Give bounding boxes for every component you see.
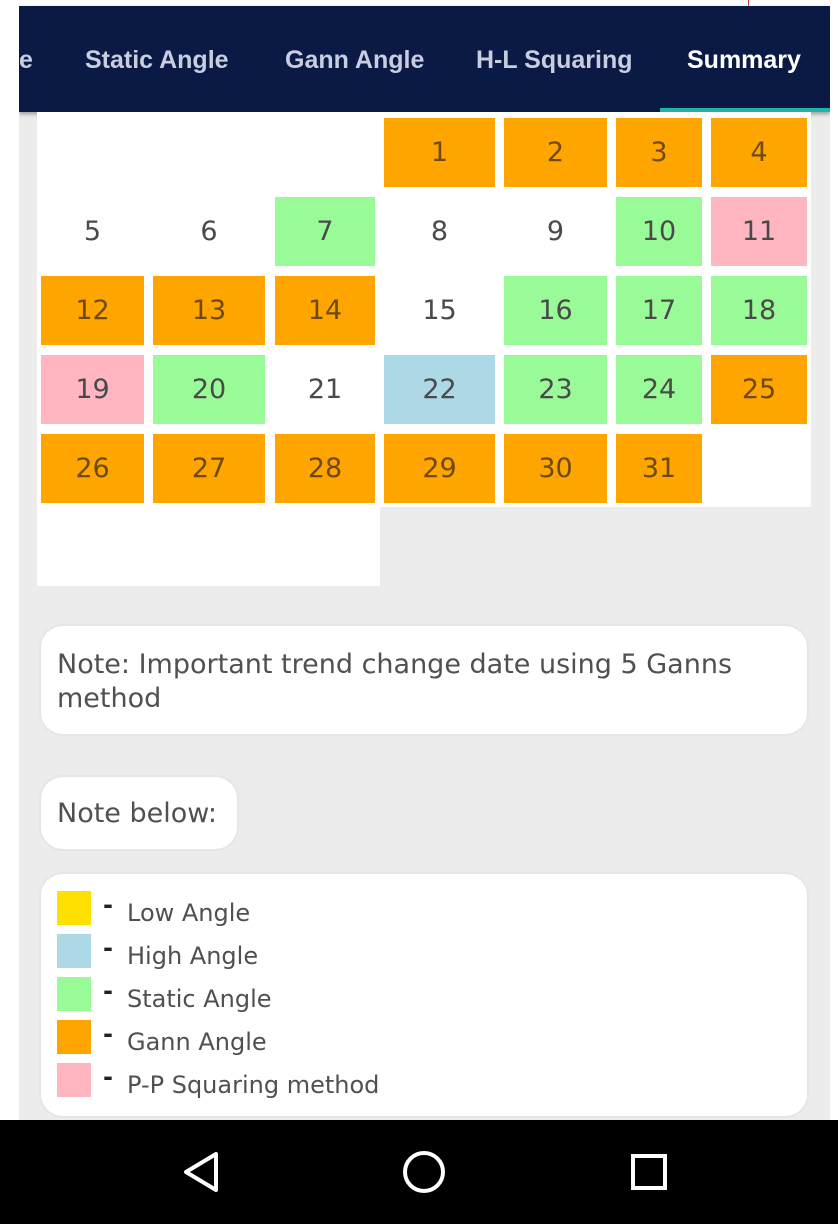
calendar-day-26[interactable]: 26: [41, 434, 144, 503]
legend-label: High Angle: [127, 942, 259, 970]
system-nav-bar: [0, 1120, 838, 1224]
calendar-day-12[interactable]: 12: [41, 276, 144, 345]
calendar-day-29[interactable]: 29: [384, 434, 495, 503]
calendar-empty-row: [37, 507, 380, 586]
calendar-day-8[interactable]: 8: [384, 197, 495, 266]
tab-bar: e Static Angle Gann Angle H-L Squaring S…: [19, 6, 830, 112]
note-below-label: Note below:: [57, 798, 217, 829]
note-text: Note: Important trend change date using …: [57, 649, 733, 714]
legend-dash: -: [103, 1063, 113, 1091]
legend: - Low Angle - High Angle - Static Angle …: [39, 872, 809, 1118]
calendar-day-7[interactable]: 7: [275, 197, 375, 266]
tab-static-angle[interactable]: Static Angle: [85, 6, 229, 112]
legend-swatch: [57, 1063, 91, 1097]
calendar-grid: 1 2 3 4 5 6 7 8 9 10 11 12 13 14 15 16 17 18 19 20 21 22 23 24 2…: [37, 112, 811, 507]
tab-gann-angle[interactable]: Gann Angle: [285, 6, 424, 112]
calendar-day-3[interactable]: 3: [616, 118, 702, 187]
calendar-day-6[interactable]: 6: [153, 197, 265, 266]
legend-label: Static Angle: [127, 985, 272, 1013]
calendar-day-11[interactable]: 11: [711, 197, 807, 266]
legend-dash: -: [103, 891, 113, 919]
calendar-day-2[interactable]: 2: [504, 118, 607, 187]
tab-summary[interactable]: Summary: [687, 6, 801, 112]
legend-label: Gann Angle: [127, 1028, 267, 1056]
calendar-day-15[interactable]: 15: [384, 276, 495, 345]
calendar-day-27[interactable]: 27: [153, 434, 265, 503]
calendar-day-13[interactable]: 13: [153, 276, 265, 345]
calendar-day-18[interactable]: 18: [711, 276, 807, 345]
calendar-day-24[interactable]: 24: [616, 355, 702, 424]
back-triangle-icon[interactable]: [172, 1142, 232, 1202]
calendar-day-17[interactable]: 17: [616, 276, 702, 345]
recents-square-icon[interactable]: [619, 1142, 679, 1202]
calendar-day-31[interactable]: 31: [616, 434, 702, 503]
note-below-box: Note below:: [39, 775, 239, 851]
tab-partial[interactable]: e: [19, 6, 33, 112]
calendar-day-1[interactable]: 1: [384, 118, 495, 187]
legend-label: P-P Squaring method: [127, 1071, 380, 1099]
calendar-day-5[interactable]: 5: [41, 197, 144, 266]
calendar-day-21[interactable]: 21: [275, 355, 375, 424]
calendar-day-25[interactable]: 25: [711, 355, 807, 424]
calendar-day-23[interactable]: 23: [504, 355, 607, 424]
legend-swatch: [57, 977, 91, 1011]
app-content: e Static Angle Gann Angle H-L Squaring S…: [19, 0, 830, 1120]
calendar-day-20[interactable]: 20: [153, 355, 265, 424]
note-trend-change: Note: Important trend change date using …: [39, 624, 809, 736]
calendar-day-30[interactable]: 30: [504, 434, 607, 503]
left-edge-strip: [0, 0, 19, 1120]
home-circle-icon[interactable]: [394, 1142, 454, 1202]
calendar-day-4[interactable]: 4: [711, 118, 807, 187]
legend-label: Low Angle: [127, 899, 251, 927]
tab-hl-squaring[interactable]: H-L Squaring: [476, 6, 632, 112]
calendar-day-22[interactable]: 22: [384, 355, 495, 424]
calendar-day-19[interactable]: 19: [41, 355, 144, 424]
legend-dash: -: [103, 1020, 113, 1048]
legend-dash: -: [103, 934, 113, 962]
calendar-day-28[interactable]: 28: [275, 434, 375, 503]
calendar-day-16[interactable]: 16: [504, 276, 607, 345]
calendar-day-10[interactable]: 10: [616, 197, 702, 266]
legend-swatch: [57, 1020, 91, 1054]
calendar-day-9[interactable]: 9: [504, 197, 607, 266]
legend-dash: -: [103, 977, 113, 1005]
legend-swatch: [57, 934, 91, 968]
legend-swatch: [57, 891, 91, 925]
calendar-day-14[interactable]: 14: [275, 276, 375, 345]
